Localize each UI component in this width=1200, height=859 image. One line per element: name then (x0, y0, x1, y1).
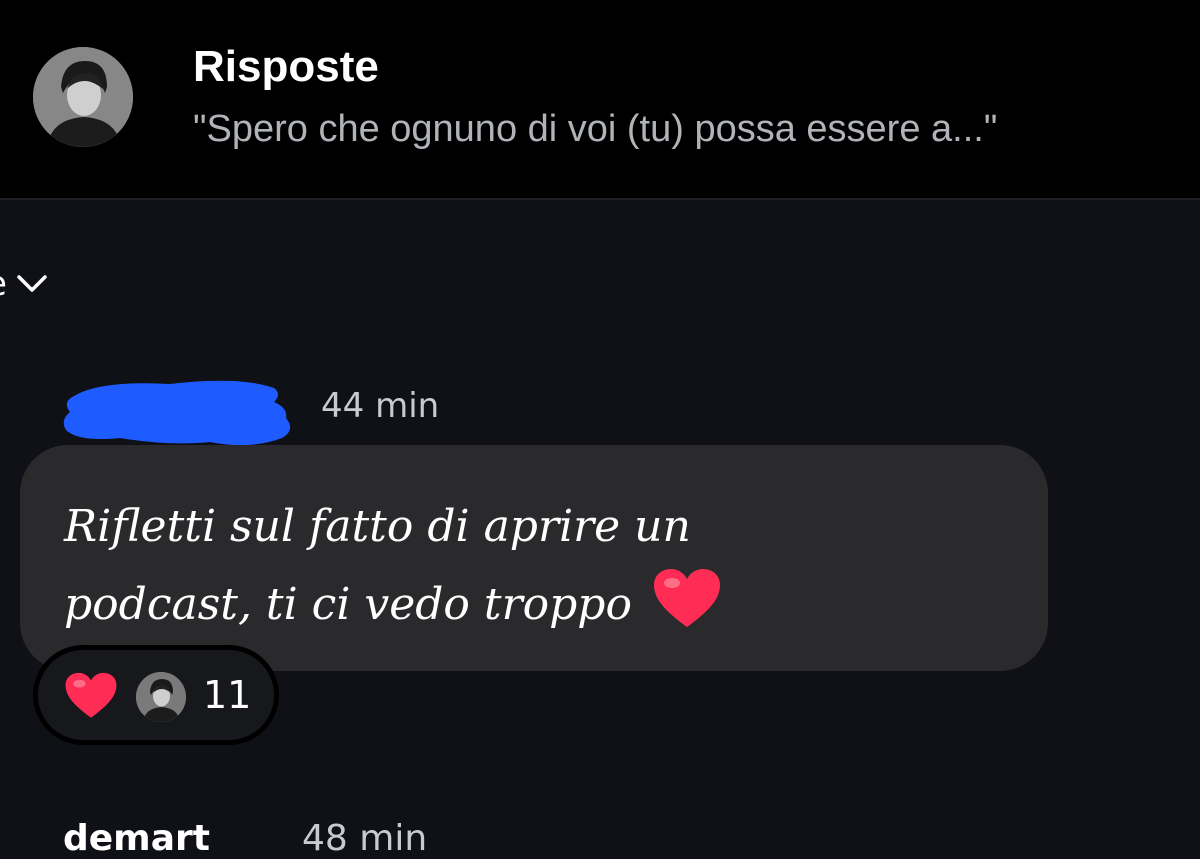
comment-bubble[interactable]: Rifletti sul fatto di aprire un podcast,… (20, 445, 1048, 671)
reactions-pill[interactable]: 11 (33, 645, 279, 745)
header: Risposte "Spero che ognuno di voi (tu) p… (0, 0, 1200, 200)
comment-timestamp: 44 min (321, 386, 440, 426)
next-comment-timestamp: 48 min (302, 818, 428, 859)
comment-text-line2: podcast, ti ci vedo troppo (64, 579, 632, 630)
next-comment-username[interactable]: demart (63, 818, 210, 859)
comment-text: Rifletti sul fatto di aprire un podcast,… (64, 488, 1024, 644)
comment-text-line1: Rifletti sul fatto di aprire un (64, 501, 691, 552)
reactor-avatar (136, 672, 186, 722)
reaction-count: 11 (203, 673, 252, 717)
filter-label: e (0, 264, 7, 304)
chevron-down-icon (17, 275, 47, 292)
author-avatar[interactable] (33, 47, 133, 147)
red-heart-icon (65, 672, 117, 718)
profile-photo-icon (33, 47, 133, 147)
sort-filter-dropdown[interactable]: e (0, 262, 49, 306)
profile-photo-icon (136, 672, 186, 722)
page-title: Risposte (193, 42, 379, 91)
thread-subtitle: "Spero che ognuno di voi (tu) possa esse… (193, 108, 998, 150)
redacted-username (63, 380, 291, 446)
red-heart-icon (653, 569, 720, 627)
